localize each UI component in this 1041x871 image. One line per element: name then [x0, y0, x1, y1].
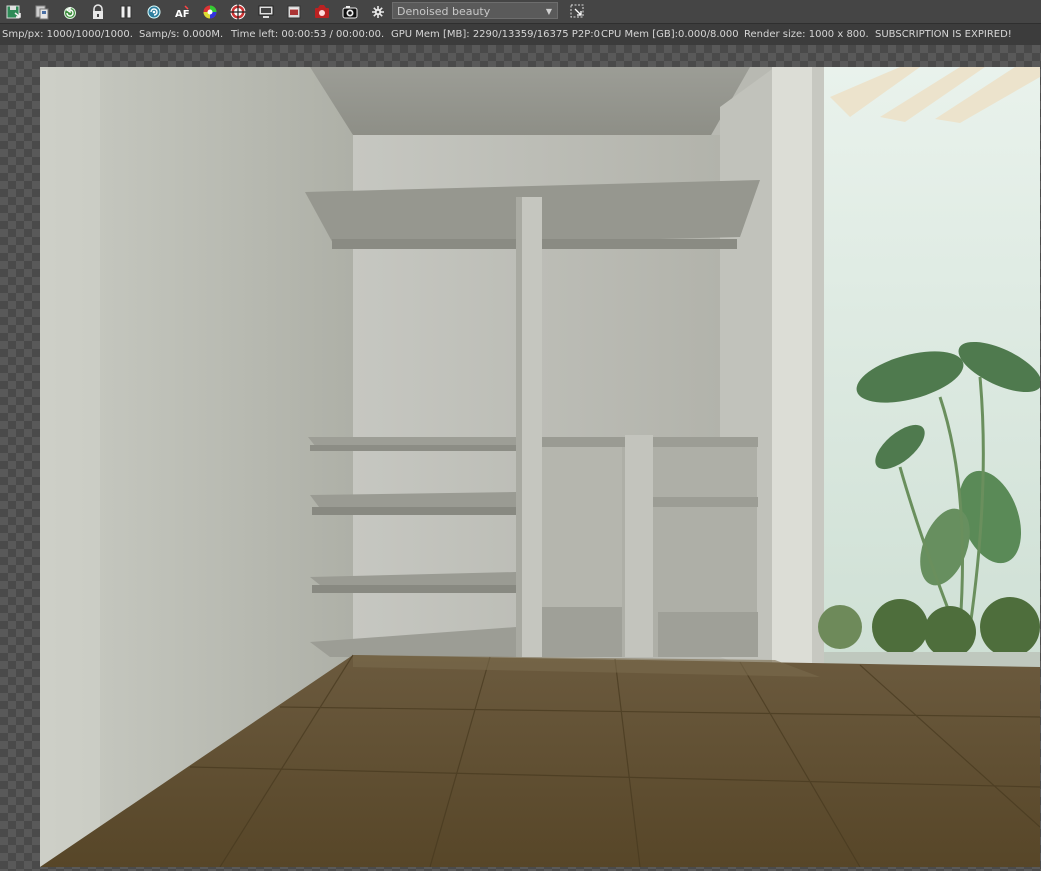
render-pass-selected: Denoised beauty [397, 5, 491, 18]
samples-per-pixel: Smp/px: 1000/1000/1000. [2, 29, 133, 40]
toolbar: AF Denoised beauty ▼ [0, 0, 1041, 24]
render-size: Render size: 1000 x 800. [744, 29, 869, 40]
refresh-scene-icon[interactable] [143, 2, 165, 22]
region-select-icon[interactable] [568, 2, 586, 20]
rendered-image [40, 67, 1040, 867]
time-left: Time left: 00:00:53 / 00:00:00. [231, 29, 385, 40]
status-bar: Smp/px: 1000/1000/1000. Samp/s: 0.000M. … [0, 24, 1041, 45]
save-image-icon[interactable] [3, 2, 25, 22]
svg-text:AF: AF [175, 9, 190, 20]
gpu-memory: GPU Mem [MB]: 2290/13359/16375 P2P:0 [391, 29, 600, 40]
render-viewer-window: AF Denoised beauty ▼ Smp/px: 1000/1000/1… [0, 0, 1041, 871]
color-picker-icon[interactable] [199, 2, 221, 22]
restart-render-icon[interactable] [59, 2, 81, 22]
render-pass-dropdown[interactable]: Denoised beauty ▼ [392, 2, 558, 19]
target-icon[interactable] [227, 2, 249, 22]
cpu-memory: CPU Mem [GB]:0.000/8.000 [601, 29, 739, 40]
material-preview-icon[interactable] [311, 2, 333, 22]
af-focus-icon[interactable]: AF [171, 2, 193, 22]
subscription-warning: SUBSCRIPTION IS EXPIRED! [875, 29, 1012, 40]
copy-image-icon[interactable] [31, 2, 53, 22]
monitor-icon[interactable] [255, 2, 277, 22]
settings-gear-icon[interactable] [367, 2, 389, 22]
pause-icon[interactable] [115, 2, 137, 22]
camera-icon[interactable] [339, 2, 361, 22]
lock-icon[interactable] [87, 2, 109, 22]
render-viewport[interactable] [0, 45, 1041, 871]
render-region-icon[interactable] [283, 2, 305, 22]
samples-per-second: Samp/s: 0.000M. [139, 29, 224, 40]
chevron-down-icon: ▼ [545, 7, 552, 16]
